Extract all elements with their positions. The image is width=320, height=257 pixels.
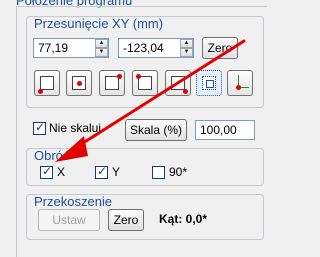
shift-x-input[interactable]: 77,19 ▲ ▼	[33, 38, 109, 58]
shift-x-up-icon[interactable]: ▲	[95, 39, 108, 48]
origin-dot-icon	[236, 85, 241, 90]
shift-y-input[interactable]: -123,04 ▲ ▼	[118, 38, 194, 58]
skew-apply-button[interactable]: Ustaw	[38, 209, 100, 231]
shift-y-up-icon[interactable]: ▲	[180, 39, 193, 48]
anchor-dot-icon	[117, 74, 122, 79]
skew-zero-button[interactable]: Zero	[108, 209, 144, 231]
align-bottom-right-icon	[171, 76, 185, 90]
shift-group-title: Przesunięcie XY (mm)	[34, 16, 164, 31]
align-origin-button[interactable]	[227, 70, 253, 96]
shift-zero-button[interactable]: Zero	[202, 37, 238, 59]
no-scale-checkbox[interactable]: ✓	[33, 120, 46, 135]
align-center-frame-button[interactable]	[196, 70, 222, 96]
scale-value: 100,00	[200, 123, 237, 137]
rotate-x-label: X	[57, 165, 66, 179]
rotate-x-checkbox[interactable]: ✓	[40, 164, 53, 179]
align-top-left-button[interactable]	[34, 70, 60, 96]
rotate-90-label: 90*	[169, 165, 188, 179]
align-bottom-left-button[interactable]	[132, 70, 158, 96]
align-top-left-icon	[40, 76, 54, 90]
anchor-dot-icon	[38, 89, 43, 94]
check-icon: ✓	[97, 164, 108, 178]
rotate-90-checkbox[interactable]	[152, 166, 165, 179]
check-icon: ✓	[35, 120, 46, 134]
shift-x-stepper[interactable]: ▲ ▼	[95, 39, 108, 57]
shift-y-down-icon[interactable]: ▼	[180, 48, 193, 57]
rotate-group-title: Obróć	[34, 148, 70, 163]
shift-y-value: -123,04	[123, 41, 164, 55]
shift-y-stepper[interactable]: ▲ ▼	[180, 39, 193, 57]
scale-button[interactable]: Skala (%)	[125, 119, 187, 141]
scale-input[interactable]: 100,00	[195, 120, 255, 140]
shift-x-down-icon[interactable]: ▼	[95, 48, 108, 57]
anchor-dot-icon	[136, 74, 141, 79]
rotate-y-label: Y	[112, 165, 121, 179]
frame-center-icon	[206, 80, 214, 88]
align-top-right-button[interactable]	[99, 70, 125, 96]
align-center-button[interactable]	[66, 70, 92, 96]
no-scale-label: Nie skaluj	[49, 121, 102, 135]
rotate-y-checkbox[interactable]: ✓	[95, 164, 108, 179]
skew-group-title: Przekoszenie	[34, 194, 113, 209]
anchor-dot-icon	[183, 89, 188, 94]
align-bottom-right-button[interactable]	[165, 70, 191, 96]
skew-angle-readout: Kąt: 0,0*	[159, 212, 208, 226]
shift-x-value: 77,19	[38, 41, 69, 55]
anchor-dot-icon	[77, 81, 82, 86]
check-icon: ✓	[42, 164, 53, 178]
